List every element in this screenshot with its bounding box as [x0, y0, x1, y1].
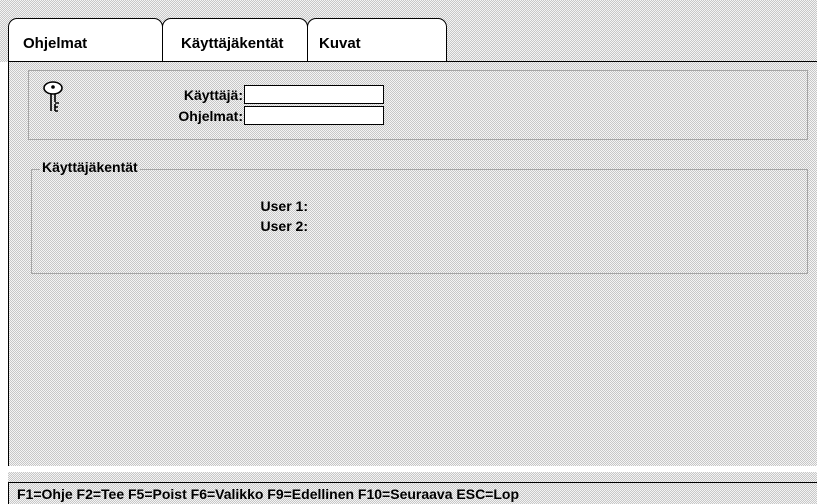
divider: [8, 472, 817, 482]
user-fields-group: Käyttäjäkentät User 1: User 2:: [31, 159, 808, 274]
group-title: Käyttäjäkentät: [40, 159, 140, 175]
tab-label: Käyttäjäkentät: [181, 35, 284, 52]
tab-ohjelmat[interactable]: Ohjelmat: [8, 18, 163, 62]
user-label: Käyttäjä:: [183, 87, 243, 103]
status-bar: F1=Ohje F2=Tee F5=Poist F6=Valikko F9=Ed…: [0, 466, 817, 504]
application-window: Ohjelmat Käyttäjäkentät Kuvat Käyttäjä: …: [0, 0, 817, 504]
tab-panel: Käyttäjä: Ohjelmat: Käyttäjäkentät User …: [8, 61, 817, 466]
tab-strip: Ohjelmat Käyttäjäkentät Kuvat: [0, 0, 817, 63]
tab-kayttajakentat[interactable]: Käyttäjäkentät: [162, 18, 308, 63]
tab-kuvat[interactable]: Kuvat: [307, 18, 447, 62]
programs-input[interactable]: [244, 106, 384, 125]
key-icon: [41, 80, 67, 116]
user1-label: User 1:: [260, 198, 308, 214]
function-keys-help: F1=Ohje F2=Tee F5=Poist F6=Valikko F9=Ed…: [8, 482, 817, 504]
tab-label: Kuvat: [319, 35, 361, 52]
user2-label: User 2:: [260, 218, 308, 234]
programs-label: Ohjelmat:: [178, 108, 243, 124]
tab-label: Ohjelmat: [23, 35, 88, 52]
user-input[interactable]: [244, 85, 384, 104]
user-group: Käyttäjä: Ohjelmat:: [28, 70, 808, 140]
